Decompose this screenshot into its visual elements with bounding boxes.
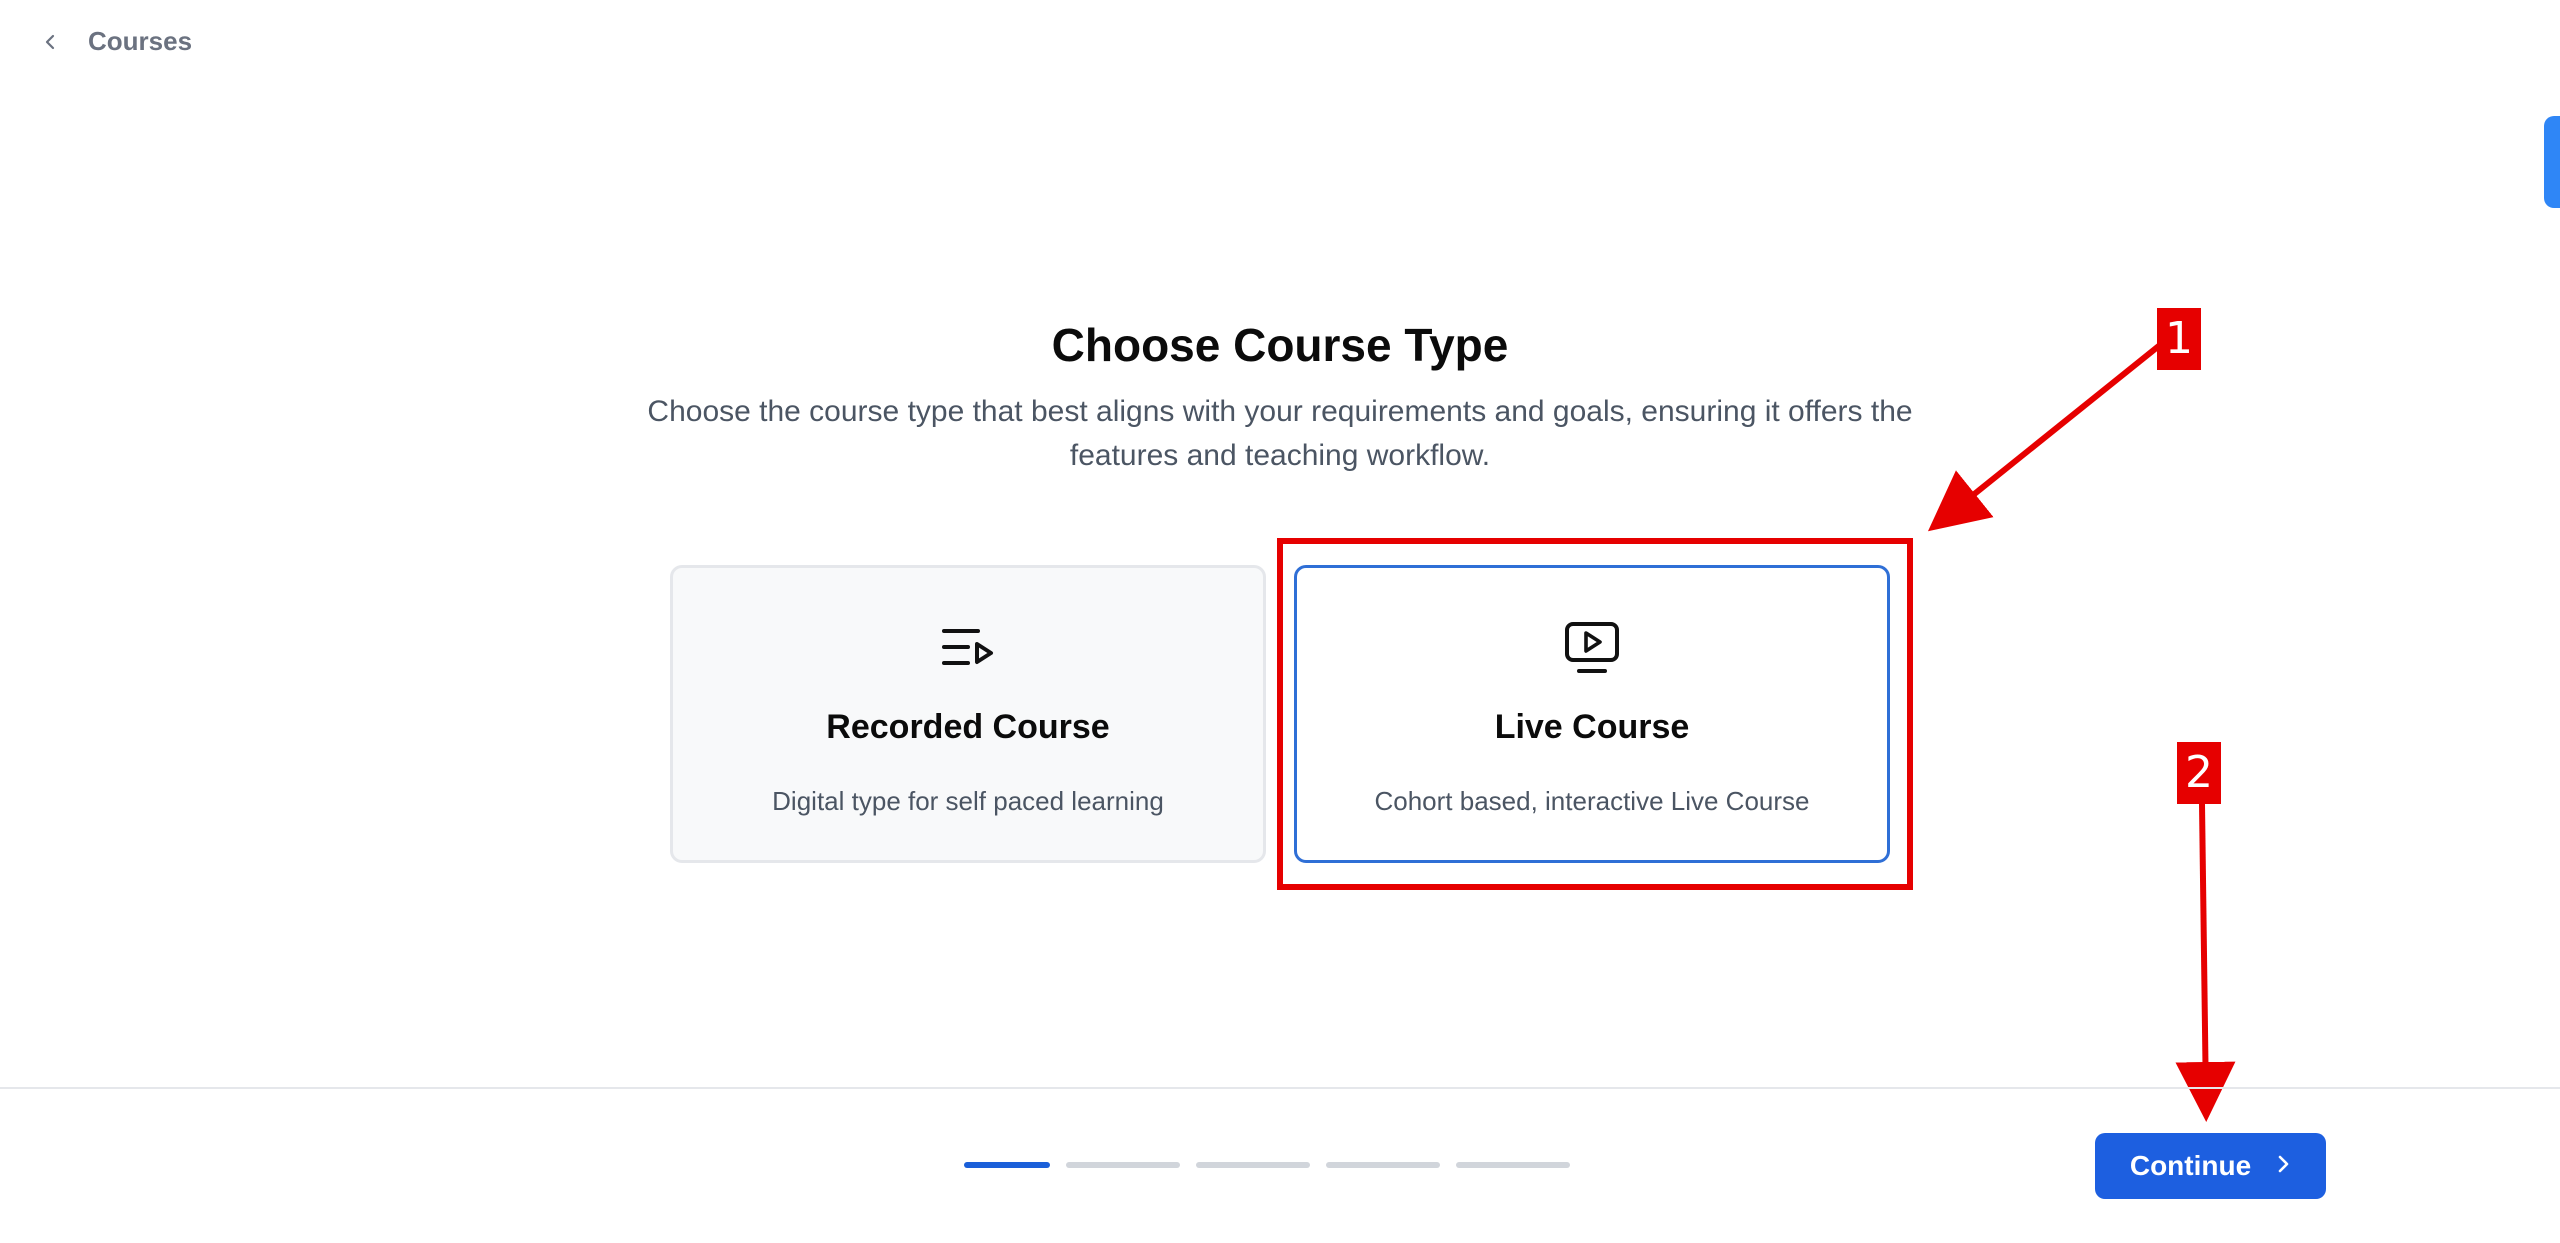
step-indicator-1 [964,1162,1050,1168]
annotation-arrow-2 [2175,803,2236,1122]
chevron-right-icon [2275,1150,2291,1182]
back-to-courses-link[interactable]: Courses [40,26,192,57]
annotation-highlight-box [1277,538,1913,890]
back-link-label: Courses [88,26,193,56]
card-title: Recorded Course [826,708,1110,746]
side-widget-tab[interactable] [2544,116,2560,208]
continue-button[interactable]: Continue [2095,1133,2326,1199]
recorded-course-card[interactable]: Recorded Course Digital type for self pa… [670,565,1266,863]
progress-stepper [964,1162,1570,1168]
annotation-badge-1: 1 [2157,308,2201,370]
playlist-icon [673,618,1263,678]
card-description: Digital type for self paced learning [772,786,1164,816]
step-indicator-5 [1456,1162,1570,1168]
step-indicator-4 [1326,1162,1440,1168]
step-indicator-3 [1196,1162,1310,1168]
footer-divider [0,1087,2560,1089]
step-indicator-2 [1066,1162,1180,1168]
annotation-badge-2: 2 [2177,742,2221,804]
page-subtitle: Choose the course type that best aligns … [647,395,1913,472]
chevron-left-icon [40,31,62,53]
continue-button-label: Continue [2129,1150,2252,1181]
